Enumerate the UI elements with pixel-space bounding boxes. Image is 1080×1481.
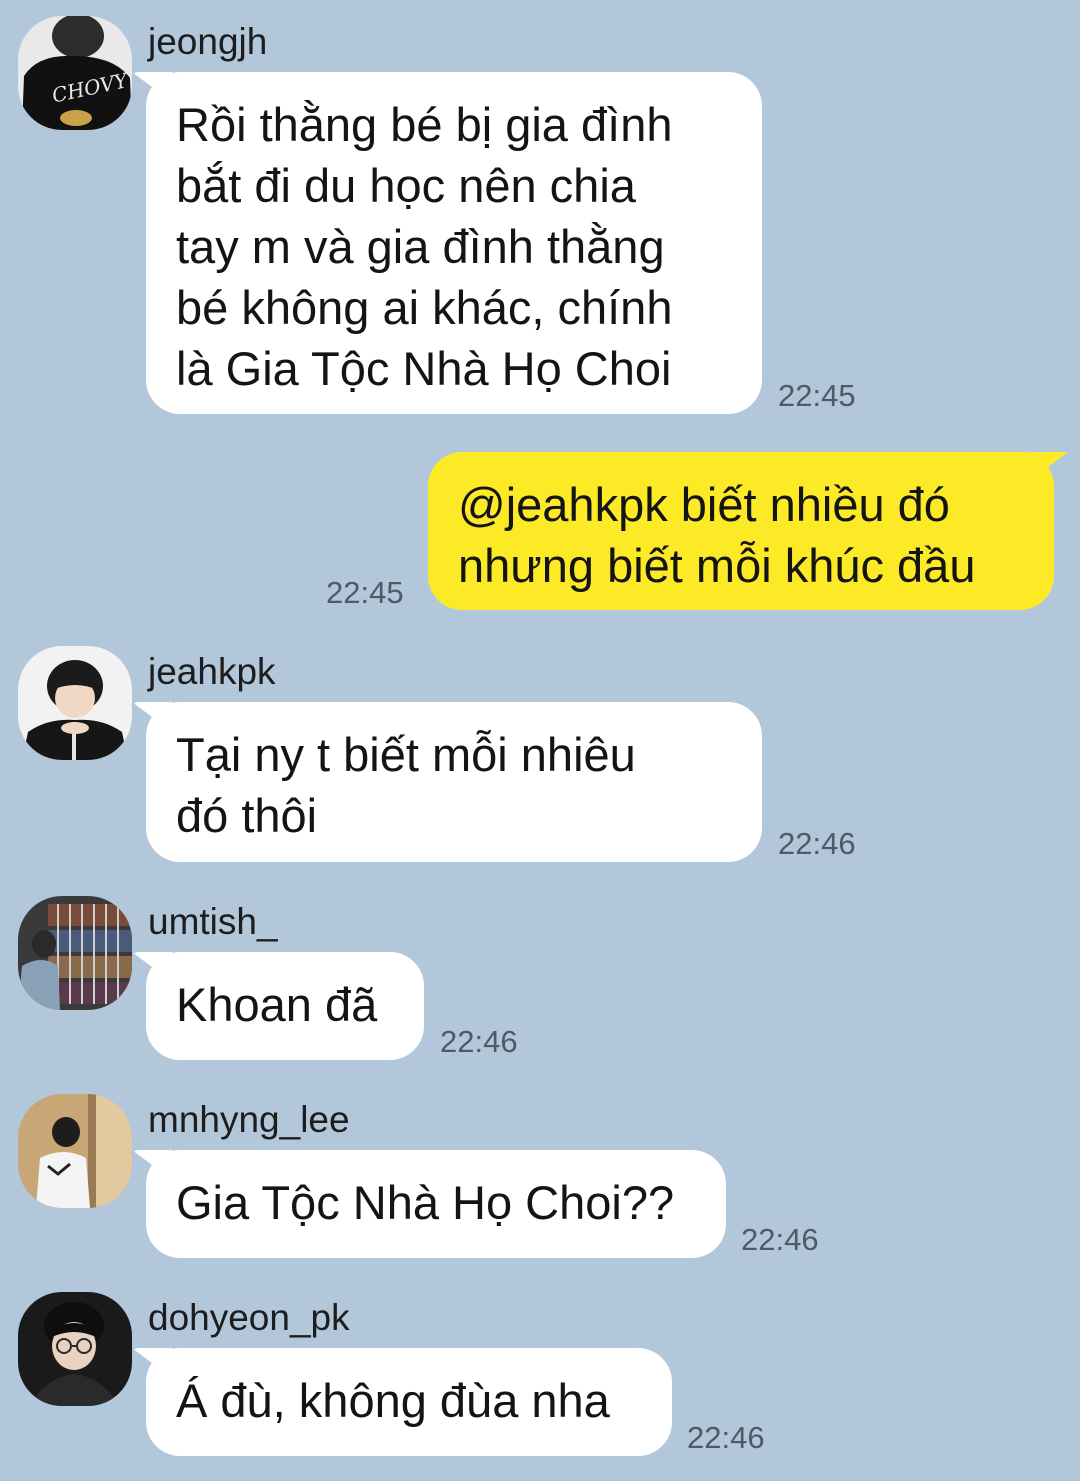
message-timestamp: 22:46: [687, 1420, 765, 1455]
message-timestamp: 22:45: [778, 378, 856, 413]
message-bubble[interactable]: Khoan đã: [146, 952, 424, 1060]
sender-name: dohyeon_pk: [148, 1297, 350, 1338]
avatar[interactable]: CHOVY: [18, 16, 132, 130]
chat-message-list[interactable]: CHOVY jeongjh Rồi thằng bé bị gia đình b…: [0, 0, 1080, 1481]
profile-photo-icon: [18, 1094, 132, 1208]
message-bubble[interactable]: Tại ny t biết mỗi nhiêu đó thôi: [146, 702, 762, 862]
sender-name: jeahkpk: [148, 651, 276, 692]
my-message-bubble[interactable]: @jeahkpk biết nhiều đó nhưng biết mỗi kh…: [428, 452, 1054, 610]
profile-photo-icon: [18, 1292, 132, 1406]
message-bubble[interactable]: Rồi thằng bé bị gia đình bắt đi du học n…: [146, 72, 762, 414]
message-bubble[interactable]: Á đù, không đùa nha: [146, 1348, 672, 1456]
sender-name: umtish_: [148, 901, 278, 942]
sender-name: mnhyng_lee: [148, 1099, 350, 1140]
avatar[interactable]: [18, 896, 132, 1010]
message-timestamp: 22:46: [440, 1024, 518, 1059]
message-timestamp: 22:45: [326, 575, 404, 610]
profile-photo-icon: [18, 646, 132, 760]
message-timestamp: 22:46: [741, 1222, 819, 1257]
avatar[interactable]: [18, 1292, 132, 1406]
profile-photo-icon: [18, 896, 132, 1010]
profile-photo-icon: CHOVY: [18, 16, 132, 130]
message-bubble[interactable]: Gia Tộc Nhà Họ Choi??: [146, 1150, 726, 1258]
avatar[interactable]: [18, 1094, 132, 1208]
avatar[interactable]: [18, 646, 132, 760]
message-timestamp: 22:46: [778, 826, 856, 861]
sender-name: jeongjh: [148, 21, 268, 62]
